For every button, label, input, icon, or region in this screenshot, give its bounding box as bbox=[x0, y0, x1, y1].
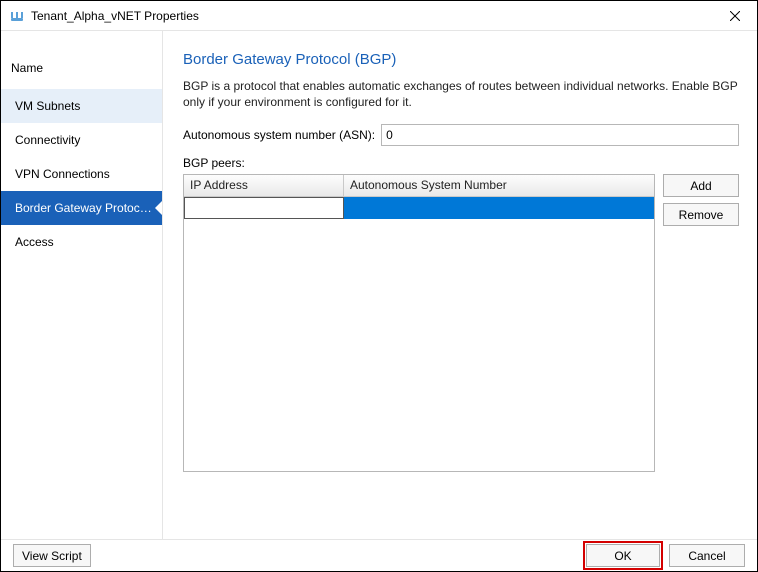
dialog-body: Name VM Subnets Connectivity VPN Connect… bbox=[1, 31, 757, 541]
asn-input[interactable] bbox=[381, 124, 739, 146]
sidebar-item-vm-subnets[interactable]: VM Subnets bbox=[1, 89, 162, 123]
sidebar-item-access[interactable]: Access bbox=[1, 225, 162, 259]
asn-label: Autonomous system number (ASN): bbox=[183, 128, 375, 142]
remove-button[interactable]: Remove bbox=[663, 203, 739, 226]
sidebar-item-bgp[interactable]: Border Gateway Protocol... bbox=[1, 191, 162, 225]
cancel-button[interactable]: Cancel bbox=[669, 544, 745, 567]
view-script-button[interactable]: View Script bbox=[13, 544, 91, 567]
ip-cell-editor[interactable] bbox=[184, 197, 344, 219]
app-icon bbox=[9, 8, 25, 24]
asn-row: Autonomous system number (ASN): bbox=[183, 124, 739, 146]
content-pane: Border Gateway Protocol (BGP) BGP is a p… bbox=[163, 31, 757, 541]
sidebar: Name VM Subnets Connectivity VPN Connect… bbox=[1, 31, 163, 541]
sidebar-item-vpn-connections[interactable]: VPN Connections bbox=[1, 157, 162, 191]
ok-highlight: OK bbox=[583, 541, 663, 570]
add-button[interactable]: Add bbox=[663, 174, 739, 197]
content-title: Border Gateway Protocol (BGP) bbox=[183, 51, 739, 68]
sidebar-header: Name bbox=[1, 55, 162, 89]
column-ip[interactable]: IP Address bbox=[184, 175, 344, 196]
footer: View Script OK Cancel bbox=[1, 539, 757, 571]
peers-area: IP Address Autonomous System Number Add … bbox=[183, 174, 739, 472]
peers-grid[interactable]: IP Address Autonomous System Number bbox=[183, 174, 655, 472]
grid-header: IP Address Autonomous System Number bbox=[184, 175, 654, 197]
close-button[interactable] bbox=[713, 1, 757, 31]
ok-button[interactable]: OK bbox=[586, 544, 660, 567]
column-asn[interactable]: Autonomous System Number bbox=[344, 175, 654, 196]
titlebar: Tenant_Alpha_vNET Properties bbox=[1, 1, 757, 31]
content-description: BGP is a protocol that enables automatic… bbox=[183, 78, 738, 110]
asn-cell[interactable] bbox=[344, 197, 654, 219]
grid-side-buttons: Add Remove bbox=[663, 174, 739, 472]
window-title: Tenant_Alpha_vNET Properties bbox=[31, 9, 713, 23]
grid-row[interactable] bbox=[184, 197, 654, 219]
peers-label: BGP peers: bbox=[183, 156, 739, 170]
sidebar-item-connectivity[interactable]: Connectivity bbox=[1, 123, 162, 157]
